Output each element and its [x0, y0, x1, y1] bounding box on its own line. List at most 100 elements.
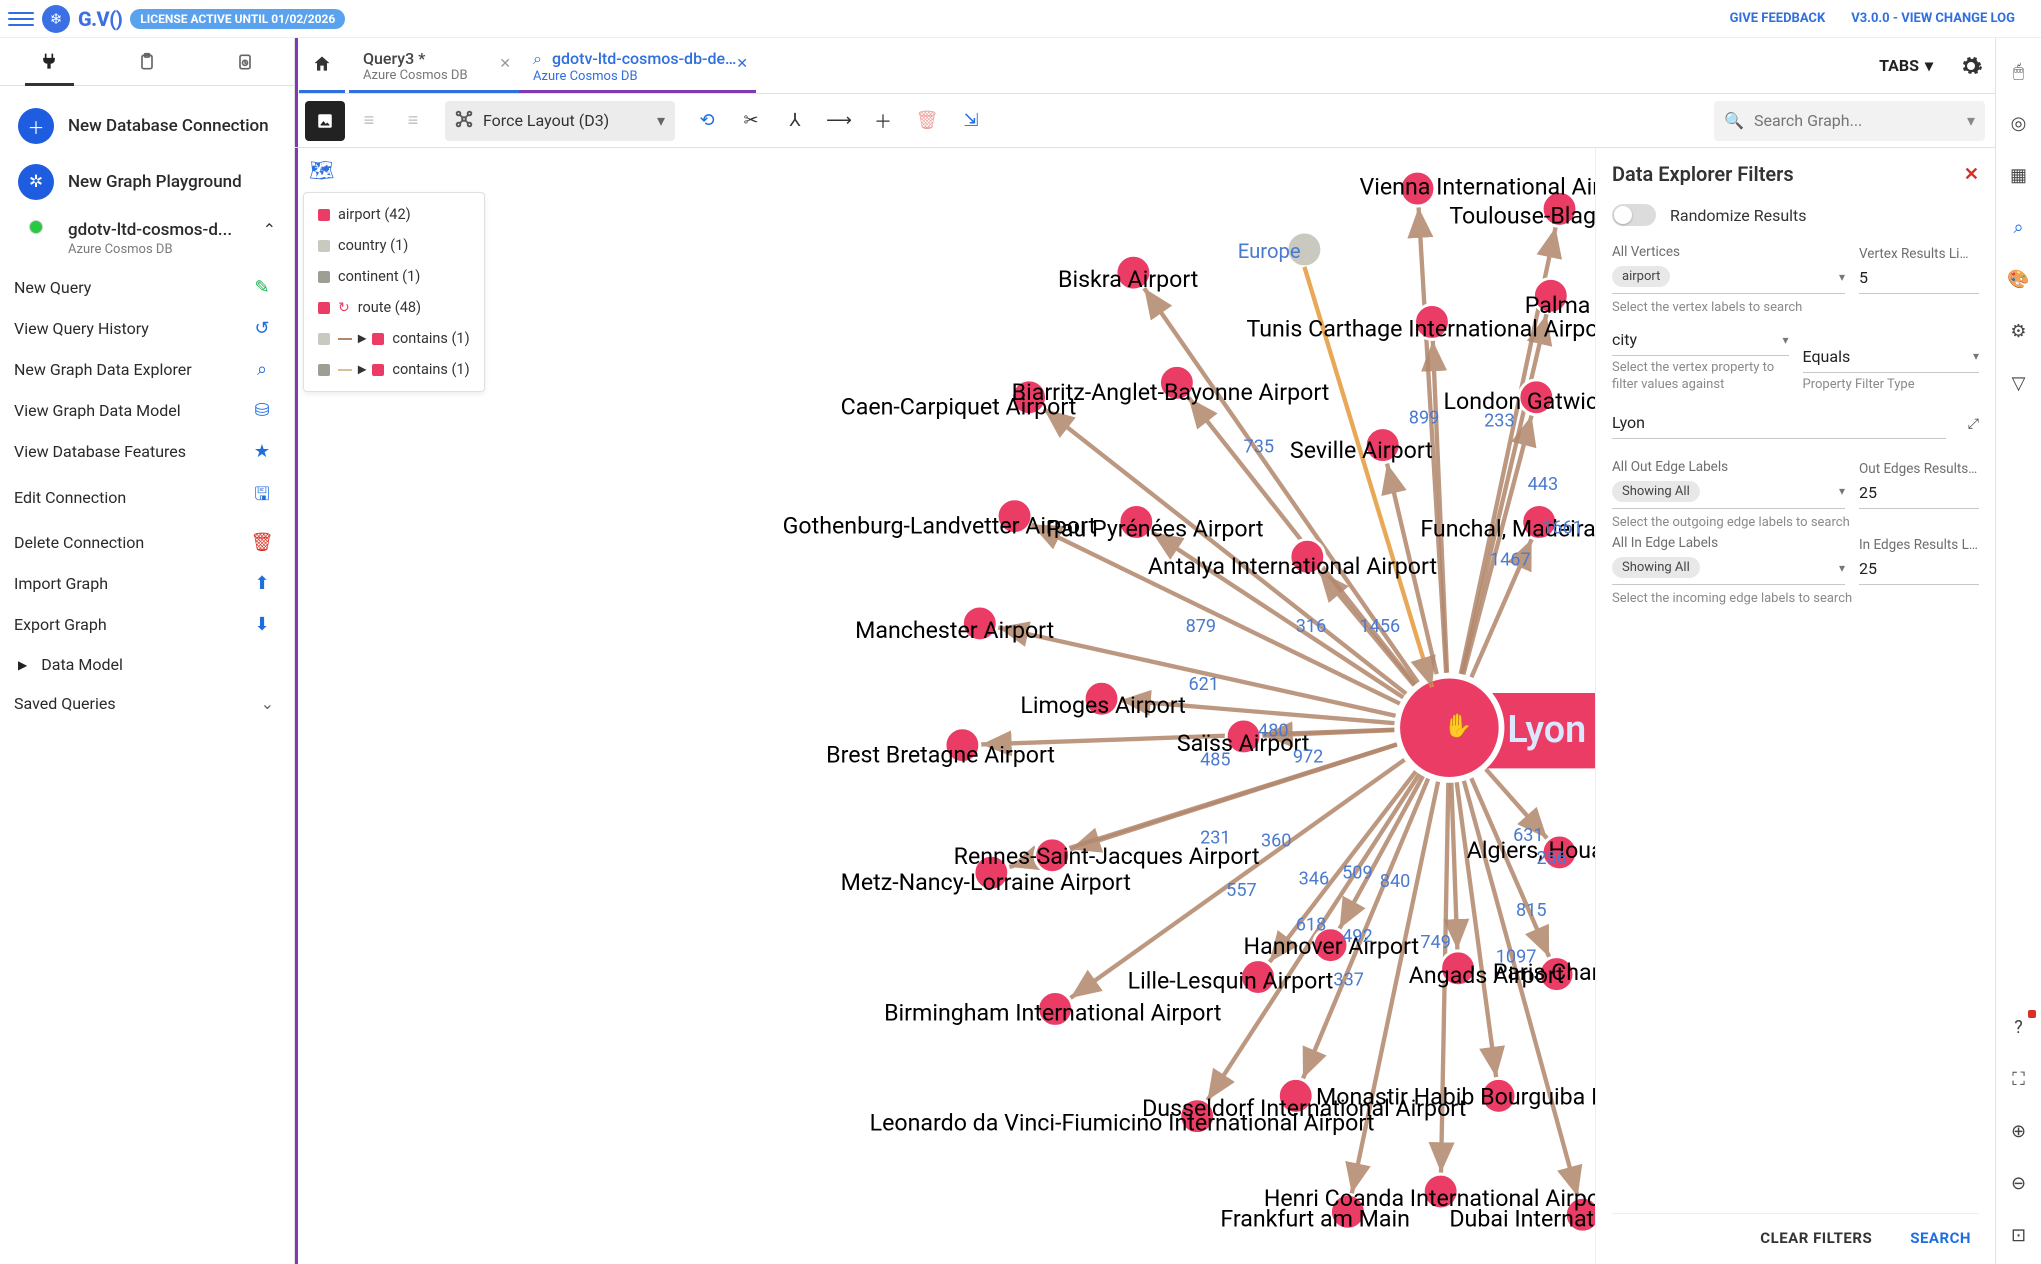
sb-import-graph[interactable]: Import Graph ⬆ [14, 563, 280, 604]
graph-search-input[interactable] [1752, 110, 1959, 131]
node-label: Lille-Lesquin Airport [1128, 967, 1334, 995]
edge-distance-label: 631 [1513, 825, 1544, 846]
image-mode-button[interactable] [305, 101, 345, 141]
filter-button-2[interactable]: ≡ [393, 101, 433, 141]
tab-explorer[interactable]: ⌕ gdotv-ltd-cosmos-db-dev.... Azure Cosm… [519, 38, 756, 93]
funnel-icon[interactable]: ▽ [2004, 368, 2034, 398]
tab-subtitle: Azure Cosmos DB [533, 69, 742, 84]
sb-view-model[interactable]: View Graph Data Model ⛁ [14, 390, 280, 431]
explorer-tab-icon: ⌕ [533, 49, 542, 69]
chevron-down-icon[interactable]: ⌄ [261, 694, 274, 713]
filter-button-1[interactable]: ≡ [349, 101, 389, 141]
expand-icon[interactable]: ⤢ [1968, 416, 1979, 432]
search-button[interactable]: SEARCH [1904, 1228, 1977, 1248]
layout-select[interactable]: Force Layout (D3) ▾ [445, 101, 675, 141]
vertex-limit-input[interactable] [1859, 264, 1979, 294]
vertex-property-select[interactable]: city ▾ [1612, 326, 1789, 356]
settings-button[interactable] [1947, 38, 1995, 93]
caret-down-icon: ▾ [1967, 111, 1975, 130]
refresh-button[interactable]: ⟲ [687, 101, 727, 141]
export-button[interactable]: ⇲ [951, 101, 991, 141]
in-edges-select[interactable]: Showing All ▾ [1612, 553, 1845, 585]
layout-label: Force Layout (D3) [483, 111, 649, 130]
filter-type-select[interactable]: Equals ▾ [1803, 343, 1980, 373]
sb-data-model-toggle[interactable]: ▶ Data Model [14, 645, 280, 684]
table-icon[interactable]: ▦ [2004, 160, 2034, 190]
graph-canvas[interactable]: 🗺 airport (42) country (1) continent (1)… [295, 148, 1995, 1264]
sliders-icon[interactable]: ⚙ [2004, 316, 2034, 346]
vertex-chip: airport [1612, 266, 1670, 287]
sb-saved-queries-toggle[interactable]: Saved Queries ⌄ [14, 684, 280, 723]
caret-down-icon: ▾ [1973, 349, 1979, 363]
tab-query3[interactable]: Query3 * Azure Cosmos DB ✕ [349, 38, 519, 93]
new-playground-button[interactable]: ✲ New Graph Playground [14, 154, 280, 210]
hierarchy-button[interactable]: ⅄ [775, 101, 815, 141]
target-icon[interactable]: ◎ [2004, 108, 2034, 138]
out-edges-select[interactable]: Showing All ▾ [1612, 477, 1845, 509]
feedback-link[interactable]: GIVE FEEDBACK [1730, 11, 1826, 26]
randomize-switch[interactable] [1612, 204, 1656, 226]
fit-icon[interactable]: ⊡ [2004, 1220, 2034, 1250]
mouse-icon[interactable]: 🖱 [2004, 56, 2034, 86]
edge-distance-label: 1467 [1490, 549, 1531, 570]
sb-export-graph[interactable]: Export Graph ⬇ [14, 604, 280, 645]
tab-subtitle: Azure Cosmos DB [363, 68, 505, 83]
all-vertices-label: All Vertices [1612, 244, 1845, 260]
close-icon[interactable]: ✕ [736, 56, 748, 72]
in-limit-input[interactable] [1859, 555, 1979, 585]
close-icon[interactable]: ✕ [499, 56, 511, 72]
search-db-icon[interactable]: ⌕ [2004, 212, 2034, 242]
menu-icon[interactable] [8, 6, 34, 32]
data-explorer-panel: Data Explorer Filters ✕ Randomize Result… [1595, 148, 1995, 1264]
edge-distance-label: 480 [1258, 720, 1289, 741]
sidebar-tab-connect[interactable] [0, 38, 98, 85]
zoom-out-icon[interactable]: ⊖ [2004, 1168, 2034, 1198]
close-icon[interactable]: ✕ [1964, 164, 1979, 185]
clear-filters-button[interactable]: CLEAR FILTERS [1754, 1228, 1878, 1248]
palette-icon[interactable]: 🎨 [2004, 264, 2034, 294]
node-label: Metz-Nancy-Lorraine Airport [841, 868, 1131, 896]
filter-type-help: Property Filter Type [1803, 377, 1980, 393]
filter-value-input[interactable] [1612, 409, 1946, 439]
chevron-up-icon[interactable]: ⌃ [263, 220, 276, 239]
sidebar-tab-history[interactable] [196, 38, 294, 85]
tabs-menu[interactable]: TABS▾ [1865, 38, 1947, 93]
sb-new-query[interactable]: New Query ✎ [14, 267, 280, 308]
fullscreen-icon[interactable]: ⛶ [2004, 1064, 2034, 1094]
add-button[interactable]: ＋ [863, 101, 903, 141]
right-rail: 🖱 ◎ ▦ ⌕ 🎨 ⚙ ▽ ? ⛶ ⊕ ⊖ ⊡ [1995, 38, 2041, 1264]
sidebar-tabs [0, 38, 294, 86]
sb-new-explorer[interactable]: New Graph Data Explorer ⌕ [14, 349, 280, 390]
graph-toolbar: ≡ ≡ Force Layout (D3) ▾ ⟲ ✂ ⅄ ⟶ ＋ 🗑 ⇲ 🔍 … [295, 94, 1995, 148]
version-link[interactable]: V3.0.0 - VIEW CHANGE LOG [1851, 11, 2015, 26]
graph-search[interactable]: 🔍 ▾ [1714, 101, 1985, 141]
in-edges-label: All In Edge Labels [1612, 535, 1845, 551]
app-logo-text: G.V() [78, 7, 122, 31]
zoom-in-icon[interactable]: ⊕ [2004, 1116, 2034, 1146]
status-dot-icon [29, 220, 43, 234]
plug-icon [39, 52, 59, 72]
edge-distance-label: 316 [1296, 616, 1327, 637]
out-limit-input[interactable] [1859, 479, 1979, 509]
connection-entry[interactable]: gdotv-ltd-cosmos-d... Azure Cosmos DB ⌃ [14, 210, 280, 267]
new-connection-button[interactable]: ＋ New Database Connection [14, 98, 280, 154]
node-label: Tunis Carthage International Airport [1246, 314, 1614, 342]
path-button[interactable]: ✂ [731, 101, 771, 141]
home-tab[interactable] [299, 38, 345, 93]
sb-edit-connection[interactable]: Edit Connection 🖫 [14, 472, 280, 522]
edge-distance-label: 879 [1186, 616, 1217, 637]
out-limit-label: Out Edges Results ... [1859, 461, 1979, 477]
sidebar-tab-clipboard[interactable] [98, 38, 196, 85]
sb-view-history[interactable]: View Query History ↺ [14, 308, 280, 349]
sb-delete-connection[interactable]: Delete Connection 🗑 [14, 522, 280, 563]
delete-button[interactable]: 🗑 [907, 101, 947, 141]
new-connection-label: New Database Connection [68, 116, 269, 136]
vertex-labels-select[interactable]: airport ▾ [1612, 262, 1845, 294]
sb-view-features[interactable]: View Database Features ★ [14, 431, 280, 472]
license-chip[interactable]: LICENSE ACTIVE UNTIL 01/02/2026 [130, 9, 345, 29]
sidebar: ＋ New Database Connection ✲ New Graph Pl… [0, 38, 295, 1264]
trash-icon: 🗑 [250, 532, 274, 553]
node-label: Funchal, Madeira Ai [1420, 514, 1622, 542]
help-icon[interactable]: ? [2004, 1012, 2034, 1042]
edge-button[interactable]: ⟶ [819, 101, 859, 141]
